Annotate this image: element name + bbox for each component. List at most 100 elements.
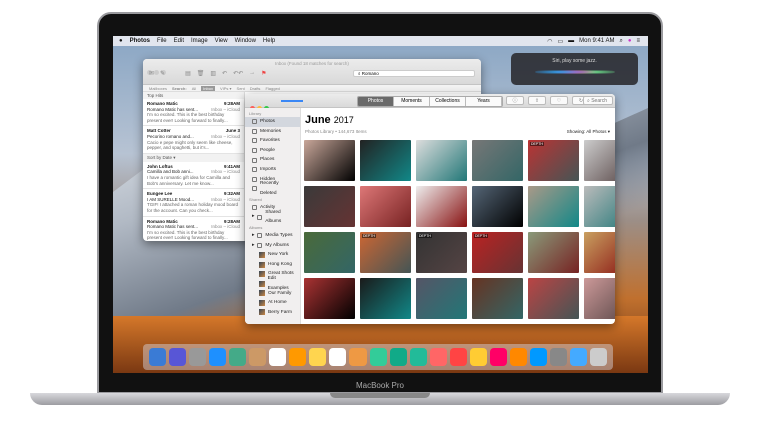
menu-app[interactable]: Photos	[130, 38, 150, 44]
airplay-icon[interactable]: ▭	[557, 38, 563, 45]
photo-thumbnail[interactable]: DEPTH	[416, 232, 467, 273]
dock-app-icon[interactable]	[469, 348, 487, 366]
menu-view[interactable]: View	[215, 38, 228, 44]
sort-menu[interactable]: Sort by Date ▾	[143, 153, 244, 162]
photo-thumbnail[interactable]	[304, 140, 355, 181]
dock-app-icon[interactable]	[449, 348, 467, 366]
share-button[interactable]: ⇧	[528, 96, 546, 105]
reply-all-icon[interactable]: ↶↶	[233, 70, 243, 77]
menu-file[interactable]: File	[157, 38, 167, 44]
tab-years[interactable]: Years	[466, 97, 502, 106]
forward-icon[interactable]: →	[249, 70, 255, 77]
junk-icon[interactable]: ▥	[210, 70, 216, 77]
message-row[interactable]: Romano Matic 9:28AM Romano Matic has sent…	[143, 217, 244, 242]
mail-search-input[interactable]: ⌕ Romano	[353, 70, 475, 77]
sidebar-item[interactable]: ▸ Shared Albums	[245, 210, 300, 225]
photo-thumbnail[interactable]	[472, 140, 523, 181]
dock-app-icon[interactable]	[169, 348, 187, 366]
sidebar-item[interactable]: At Home	[245, 298, 300, 308]
sidebar-item[interactable]: Recently Deleted	[245, 181, 300, 196]
battery-icon[interactable]: ▬	[568, 38, 574, 44]
dock-app-icon[interactable]	[329, 348, 347, 366]
dock-app-icon[interactable]	[349, 348, 367, 366]
message-row[interactable]: Eungee Lee 9:32AM I AM SURELLE Mood... Inb…	[143, 189, 244, 217]
disclosure-icon[interactable]: ▸	[252, 212, 254, 222]
sidebar-item[interactable]: Places	[245, 155, 300, 165]
wifi-icon[interactable]: ◠	[547, 38, 552, 45]
menu-window[interactable]: Window	[235, 38, 256, 44]
menu-help[interactable]: Help	[263, 38, 275, 44]
menu-edit[interactable]: Edit	[174, 38, 184, 44]
photo-thumbnail[interactable]: DEPTH	[528, 140, 579, 181]
photo-thumbnail[interactable]	[584, 140, 615, 181]
dock-app-icon[interactable]	[249, 348, 267, 366]
photo-thumbnail[interactable]	[528, 232, 579, 273]
sidebar-item[interactable]: New York	[245, 250, 300, 260]
photo-thumbnail[interactable]	[528, 278, 579, 319]
flag-icon[interactable]: ⚑	[261, 70, 266, 77]
sidebar-item[interactable]: Memories	[245, 127, 300, 137]
dock-app-icon[interactable]	[189, 348, 207, 366]
sidebar-item[interactable]: Favorites	[245, 136, 300, 146]
sidebar-item[interactable]: Berry Farm	[245, 308, 300, 318]
dock-app-icon[interactable]	[429, 348, 447, 366]
dock-app-icon[interactable]	[489, 348, 507, 366]
message-row[interactable]: Romano Matic 9:28AM Romano Matic has sent…	[143, 99, 244, 127]
photo-thumbnail[interactable]	[416, 278, 467, 319]
dock-app-icon[interactable]	[369, 348, 387, 366]
apple-icon[interactable]: ●	[119, 38, 123, 44]
photo-thumbnail[interactable]	[472, 278, 523, 319]
photo-thumbnail[interactable]	[304, 232, 355, 273]
photo-thumbnail[interactable]: DEPTH	[360, 232, 411, 273]
dock-app-icon[interactable]	[389, 348, 407, 366]
favorite-button[interactable]: ♡	[550, 96, 568, 105]
photo-thumbnail[interactable]	[528, 186, 579, 227]
scope-inbox[interactable]: Inbox	[201, 85, 215, 91]
tab-moments[interactable]: Moments	[394, 97, 430, 106]
photo-thumbnail[interactable]	[304, 278, 355, 319]
dock-app-icon[interactable]	[529, 348, 547, 366]
scope-drafts[interactable]: Drafts	[250, 86, 261, 91]
sidebar-item[interactable]: Edit Examples	[245, 276, 300, 291]
photo-thumbnail[interactable]	[472, 186, 523, 227]
disclosure-icon[interactable]: ▸	[252, 241, 254, 251]
notification-center-icon[interactable]: ≡	[636, 38, 640, 44]
sidebar-item[interactable]: ▸ Media Types	[245, 231, 300, 241]
sidebar-item[interactable]: Photos	[245, 117, 300, 127]
photo-thumbnail[interactable]	[360, 186, 411, 227]
dock-app-icon[interactable]	[309, 348, 327, 366]
dock-app-icon[interactable]	[509, 348, 527, 366]
scope-all[interactable]: All	[192, 86, 196, 91]
spotlight-icon[interactable]: ⌕	[619, 38, 622, 45]
menu-image[interactable]: Image	[191, 38, 208, 44]
new-message-icon[interactable]: ✎	[160, 70, 165, 77]
mailboxes-button[interactable]: Mailboxes	[149, 86, 167, 91]
dock-app-icon[interactable]	[289, 348, 307, 366]
photo-thumbnail[interactable]	[304, 186, 355, 227]
dock-app-icon[interactable]	[149, 348, 167, 366]
photo-thumbnail[interactable]	[584, 186, 615, 227]
dock-app-icon[interactable]	[209, 348, 227, 366]
zoom-slider[interactable]	[281, 100, 303, 102]
dock-app-icon[interactable]	[549, 348, 567, 366]
photo-thumbnail[interactable]: DEPTH	[472, 232, 523, 273]
reply-icon[interactable]: ↶	[222, 70, 227, 77]
scope-vips[interactable]: VIPs ▾	[220, 86, 232, 91]
tab-collections[interactable]: Collections	[430, 97, 466, 106]
archive-icon[interactable]: ▤	[185, 70, 191, 77]
photo-thumbnail[interactable]	[584, 278, 615, 319]
sidebar-item[interactable]: People	[245, 146, 300, 156]
disclosure-icon[interactable]: ▸	[252, 231, 254, 241]
showing-dropdown[interactable]: Showing: All Photos ▾	[567, 129, 610, 135]
dock-app-icon[interactable]	[229, 348, 247, 366]
dock-app-icon[interactable]	[269, 348, 287, 366]
photo-thumbnail[interactable]	[360, 140, 411, 181]
info-button[interactable]: ⓘ	[506, 96, 524, 105]
photo-thumbnail[interactable]	[360, 278, 411, 319]
photo-thumbnail[interactable]	[584, 232, 615, 273]
photos-search-input[interactable]: ⌕ Search	[583, 96, 613, 105]
tab-photos[interactable]: Photos	[358, 97, 394, 106]
dock-app-icon[interactable]	[569, 348, 588, 366]
siri-icon[interactable]: ●	[628, 38, 632, 44]
clock[interactable]: Mon 9:41 AM	[579, 38, 614, 44]
